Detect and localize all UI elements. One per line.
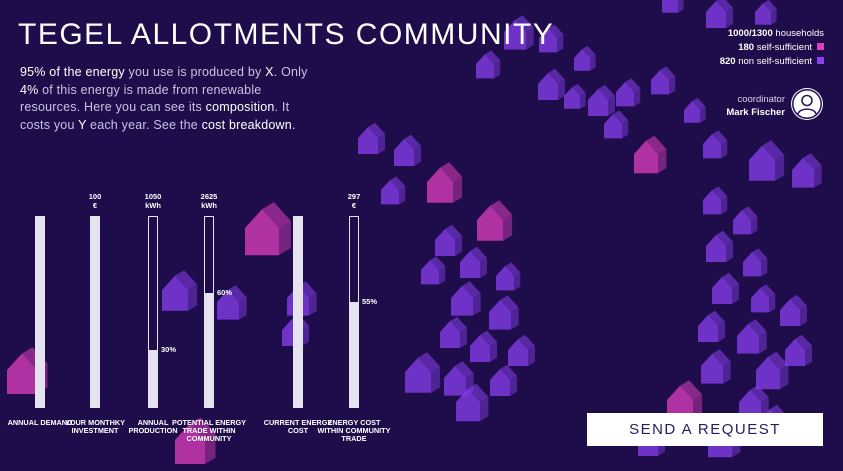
house-icon xyxy=(703,130,728,159)
metric-bar-fill xyxy=(350,302,358,407)
house-icon xyxy=(538,68,565,100)
coordinator-name[interactable]: Mark Fischer xyxy=(726,106,785,120)
house-icon xyxy=(476,50,501,79)
house-icon xyxy=(751,284,776,313)
house-icon xyxy=(162,270,198,311)
house-icon xyxy=(706,230,733,262)
metric-bar-fill xyxy=(36,217,44,407)
house-icon xyxy=(756,351,789,390)
non-self-sufficient-legend-swatch xyxy=(817,57,824,64)
house-icon xyxy=(703,186,728,215)
house-icon xyxy=(358,122,385,154)
house-icon xyxy=(460,246,487,278)
metric-percent-label: 55% xyxy=(362,297,378,306)
house-icon xyxy=(421,256,446,285)
house-icon xyxy=(706,0,733,29)
intro-producer: X xyxy=(265,65,274,79)
self-sufficient-count: 180 xyxy=(738,42,755,53)
metric-bar-fill xyxy=(149,350,157,407)
households-total: 1000/1300 households xyxy=(720,27,824,41)
house-icon xyxy=(451,281,481,316)
house-icon xyxy=(733,206,758,235)
house-icon xyxy=(489,295,519,330)
page-title: TEGEL ALLOTMENTS COMMUNITY xyxy=(18,18,555,51)
intro-text: 95% of the energy you use is produced by… xyxy=(20,64,320,134)
user-avatar-icon[interactable] xyxy=(791,88,823,120)
self-sufficient-stat: 180 self-sufficient xyxy=(720,41,824,55)
households-label: households xyxy=(772,28,824,39)
metric-percent-label: 60% xyxy=(217,288,233,297)
metric-value: 2625 kWh xyxy=(200,192,218,210)
household-stats: 1000/1300 households 180 self-sufficient… xyxy=(720,27,824,69)
house-icon xyxy=(245,202,291,256)
metric-bar-fill xyxy=(294,217,302,407)
house-icon xyxy=(743,248,768,277)
house-icon xyxy=(662,0,684,13)
house-icon xyxy=(651,66,676,95)
house-icon xyxy=(792,153,822,188)
house-icon xyxy=(490,364,517,396)
house-icon xyxy=(712,272,739,304)
intro-text-part: . xyxy=(291,117,296,132)
metric-bar-fill xyxy=(205,293,213,407)
coordinator-info: coordinator Mark Fischer xyxy=(726,93,785,120)
intro-text-part: you use is produced by xyxy=(124,65,266,79)
house-icon xyxy=(427,162,463,203)
house-icon xyxy=(785,334,812,366)
house-icon xyxy=(477,200,513,241)
metric-bar xyxy=(293,216,303,408)
non-self-sufficient-stat: 820 non self-sufficient xyxy=(720,55,824,69)
intro-text-part: each year. See the xyxy=(86,117,202,132)
metric-bar xyxy=(35,216,45,408)
house-icon xyxy=(440,316,467,348)
house-icon xyxy=(634,135,667,174)
send-request-button[interactable]: SEND A REQUEST xyxy=(587,413,823,446)
metric-bar xyxy=(90,216,100,408)
metric-label: ENERGY COST WITHIN COMMUNITY TRADE xyxy=(317,418,391,443)
house-icon xyxy=(435,224,462,256)
house-icon xyxy=(698,310,725,342)
metric-bar xyxy=(148,216,158,408)
metric-percent-label: 30% xyxy=(161,345,177,354)
self-sufficient-label: self-sufficient xyxy=(754,42,812,53)
metric-bar-fill xyxy=(91,217,99,407)
house-icon xyxy=(564,83,586,109)
house-icon xyxy=(508,334,535,366)
house-icon xyxy=(588,84,615,116)
households-count: 1000/1300 xyxy=(727,28,773,39)
self-sufficient-legend-swatch xyxy=(817,43,824,50)
cost-breakdown-link[interactable]: cost breakdown xyxy=(202,118,292,132)
house-icon xyxy=(574,45,596,71)
metric-label: POTENTIAL ENERGY TRADE WITHIN COMMUNITY xyxy=(171,418,247,443)
coordinator-label: coordinator xyxy=(737,94,785,105)
intro-highlight-share: 95% of the energy xyxy=(20,65,125,79)
house-icon xyxy=(780,294,807,326)
intro-renewable-share: 4% xyxy=(20,82,39,97)
house-icon xyxy=(405,352,441,393)
house-icon xyxy=(755,0,777,25)
house-icon xyxy=(394,134,421,166)
composition-link[interactable]: composition xyxy=(206,100,275,114)
house-icon xyxy=(470,330,497,362)
house-icon xyxy=(684,97,706,123)
house-icon xyxy=(749,140,785,181)
house-icon xyxy=(701,349,731,384)
non-self-sufficient-count: 820 xyxy=(719,56,736,67)
house-icon xyxy=(737,319,767,354)
metric-bar xyxy=(204,216,214,408)
intro-text-part: . Only xyxy=(273,65,308,79)
house-icon xyxy=(496,262,521,291)
house-icon xyxy=(616,78,641,107)
non-self-sufficient-label: non self-sufficient xyxy=(735,56,812,67)
metric-bar xyxy=(349,216,359,408)
metric-value: 297 € xyxy=(347,192,361,210)
